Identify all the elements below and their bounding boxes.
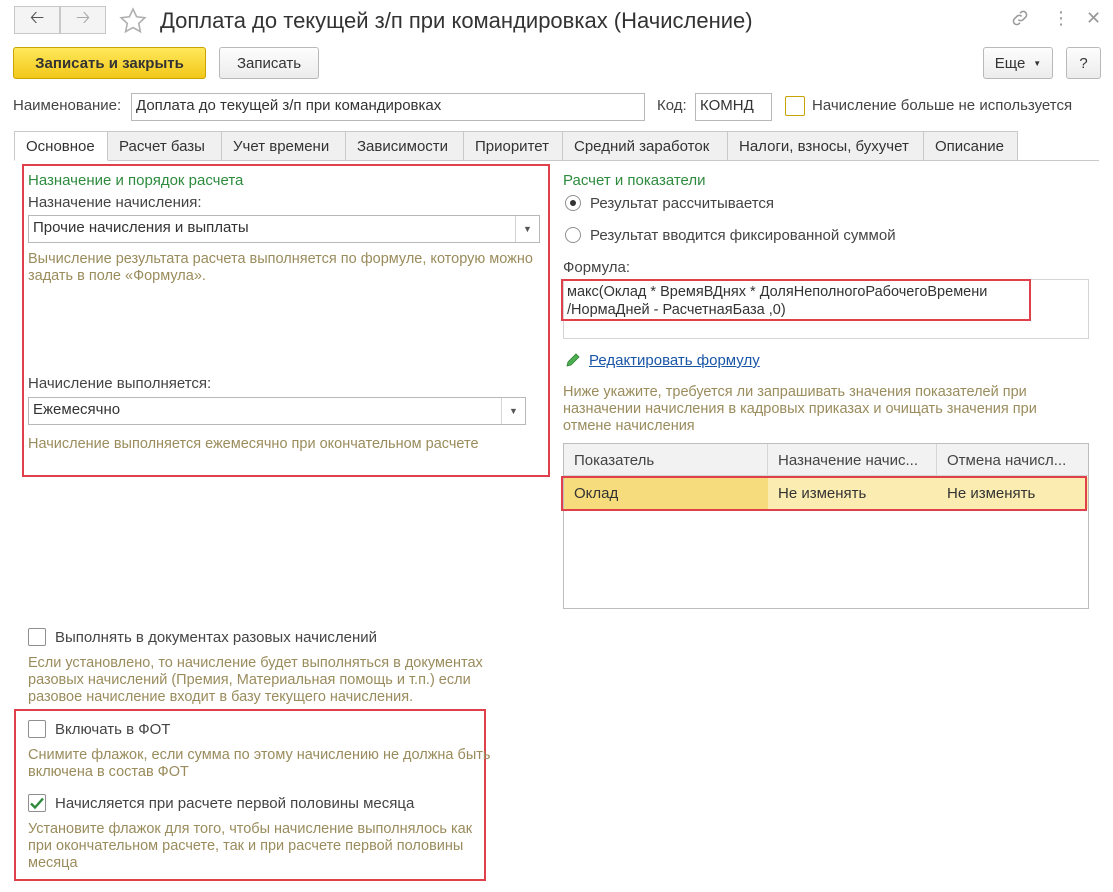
column-assignment[interactable]: Назначение начис... (768, 444, 937, 476)
not-used-label: Начисление больше не используется (812, 97, 1073, 114)
radio-result-calculated-label: Результат рассчитывается (590, 195, 775, 212)
tab-priority[interactable]: Приоритет (464, 131, 563, 161)
fot-hint: Снимите флажок, если сумма по этому начи… (28, 747, 491, 780)
favorite-star-icon[interactable] (118, 6, 148, 40)
checkmark-icon (30, 797, 44, 810)
half-month-hint: Установите флажок для того, чтобы начисл… (28, 821, 473, 871)
fot-checkbox[interactable] (28, 720, 46, 738)
purpose-hint: Вычисление результата расчета выполняетс… (28, 251, 533, 284)
radio-result-fixed-label: Результат вводится фиксированной суммой (590, 227, 896, 244)
name-field[interactable]: Доплата до текущей з/п при командировках (131, 93, 645, 121)
indicators-table[interactable]: Показатель Назначение начис... Отмена на… (563, 443, 1089, 609)
arrow-left-icon: 🡠 (29, 7, 45, 27)
tab-main[interactable]: Основное (14, 131, 108, 161)
forward-button[interactable]: 🡢 (60, 6, 106, 34)
radio-result-fixed[interactable] (565, 227, 581, 243)
schedule-label: Начисление выполняется: (28, 375, 212, 392)
purpose-section-title: Назначение и порядок расчета (28, 172, 244, 189)
save-button[interactable]: Записать (219, 47, 319, 79)
schedule-value: Ежемесячно (33, 401, 121, 418)
tab-bar: Основное Расчет базы Учет времени Зависи… (14, 131, 1018, 161)
code-field[interactable]: КОМНД (695, 93, 772, 121)
schedule-select[interactable]: Ежемесячно ▼ (28, 397, 526, 425)
one-time-checkbox[interactable] (28, 628, 46, 646)
edit-formula-link[interactable]: Редактировать формулу (589, 352, 760, 369)
purpose-select[interactable]: Прочие начисления и выплаты ▼ (28, 215, 540, 243)
tab-time-tracking[interactable]: Учет времени (222, 131, 346, 161)
tab-taxes[interactable]: Налоги, взносы, бухучет (728, 131, 924, 161)
one-time-hint: Если установлено, то начисление будет вы… (28, 655, 483, 705)
save-and-close-button[interactable]: Записать и закрыть (13, 47, 206, 79)
close-icon[interactable]: ✕ (1086, 8, 1101, 29)
window-title: Доплата до текущей з/п при командировках… (160, 8, 753, 33)
fot-label: Включать в ФОТ (55, 721, 171, 738)
highlight-formula-box (561, 279, 1031, 321)
radio-result-calculated[interactable] (565, 195, 581, 211)
pencil-icon (565, 352, 581, 372)
tab-average-earnings[interactable]: Средний заработок (563, 131, 728, 161)
chevron-down-icon: ▼ (1033, 58, 1042, 68)
tab-base-calculation[interactable]: Расчет базы (108, 131, 222, 161)
column-cancellation[interactable]: Отмена начисл... (937, 444, 1088, 476)
indicators-hint: Ниже укажите, требуется ли запрашивать з… (563, 384, 1037, 434)
tab-dependencies[interactable]: Зависимости (346, 131, 464, 161)
back-button[interactable]: 🡠 (14, 6, 60, 34)
more-button[interactable]: Еще ▼ (983, 47, 1053, 79)
help-button[interactable]: ? (1066, 47, 1101, 79)
code-label: Код: (657, 97, 687, 114)
schedule-hint: Начисление выполняется ежемесячно при ок… (28, 436, 479, 452)
chevron-down-icon[interactable]: ▼ (515, 216, 539, 242)
chevron-down-icon[interactable]: ▼ (501, 398, 525, 424)
more-vertical-icon[interactable]: ⋮ (1052, 8, 1070, 29)
one-time-label: Выполнять в документах разовых начислени… (55, 629, 377, 646)
arrow-right-icon: 🡢 (75, 7, 91, 27)
tab-description[interactable]: Описание (924, 131, 1018, 161)
more-label: Еще (994, 54, 1026, 72)
formula-label: Формула: (563, 259, 631, 276)
calc-section-title: Расчет и показатели (563, 172, 706, 189)
not-used-checkbox[interactable] (785, 96, 805, 116)
half-month-label: Начисляется при расчете первой половины … (55, 795, 415, 812)
half-month-checkbox[interactable] (28, 794, 46, 812)
link-icon[interactable] (1010, 8, 1030, 33)
highlight-row-box (561, 476, 1087, 511)
purpose-value: Прочие начисления и выплаты (33, 219, 249, 236)
name-label: Наименование: (13, 97, 122, 114)
column-indicator[interactable]: Показатель (564, 444, 768, 476)
purpose-label: Назначение начисления: (28, 194, 202, 211)
table-header: Показатель Назначение начис... Отмена на… (564, 444, 1088, 476)
